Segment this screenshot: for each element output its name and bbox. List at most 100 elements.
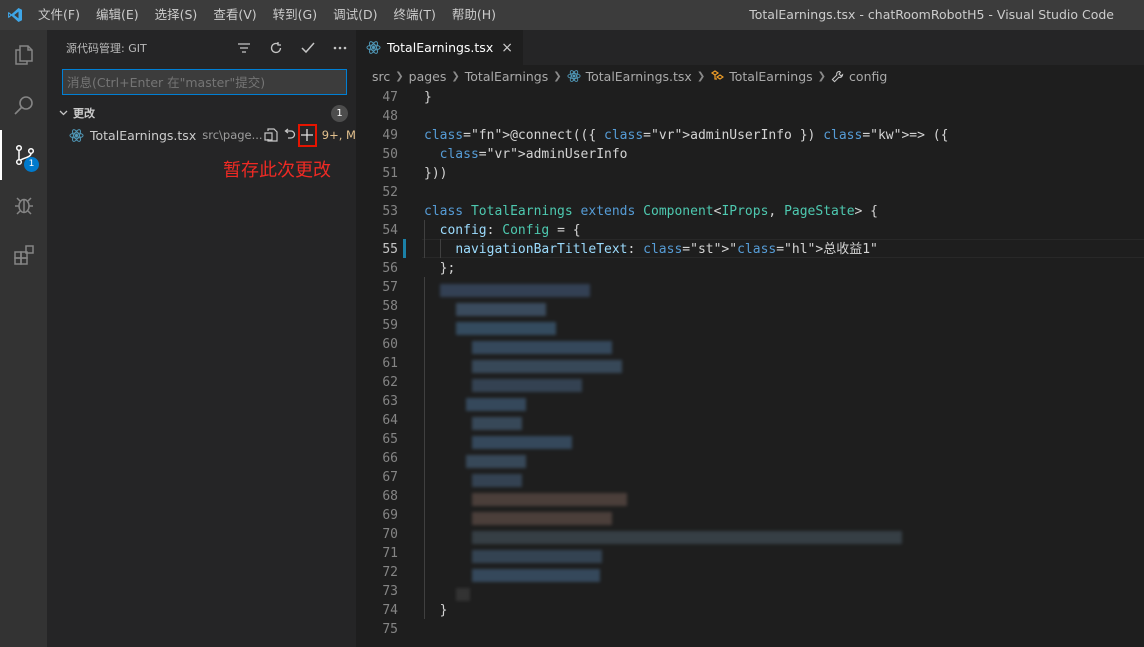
code-line[interactable]: 53 class TotalEarnings extends Component<… [356, 202, 1144, 221]
breadcrumb-label: TotalEarnings.tsx [585, 68, 692, 84]
code-line[interactable]: 56 }; [356, 259, 1144, 278]
code-line[interactable]: 54 config: Config = { [356, 221, 1144, 240]
breadcrumb-item[interactable]: src [372, 69, 390, 84]
line-number: 59 [382, 318, 398, 333]
chevron-right-icon: ❯ [395, 70, 404, 82]
files-icon [14, 45, 33, 65]
menu-terminal[interactable]: 终端(T) [385, 0, 443, 30]
commit-message-input[interactable] [62, 69, 347, 95]
line-number: 54 [382, 223, 398, 238]
breadcrumb-item-property[interactable]: config [831, 69, 887, 84]
code-text: navigationBarTitleText: class="st">"clas… [455, 242, 878, 257]
discard-changes-button[interactable] [280, 125, 298, 145]
search-icon [13, 96, 33, 115]
code-line[interactable]: 49 class="fn">@connect(({ class="vr">admi… [356, 126, 1144, 145]
annotation-label: 暂存此次更改 [223, 160, 331, 181]
line-number: 51 [382, 166, 398, 181]
refresh-button[interactable] [260, 41, 292, 55]
view-as-tree-button[interactable] [228, 42, 260, 54]
line-number: 61 [382, 356, 398, 371]
menu-file[interactable]: 文件(F) [30, 0, 88, 30]
chevron-right-icon: ❯ [451, 70, 460, 82]
line-number: 62 [382, 375, 398, 390]
line-number: 73 [382, 584, 398, 599]
line-number: 75 [382, 622, 398, 637]
chevron-right-icon: ❯ [696, 70, 706, 82]
line-number: 56 [382, 261, 398, 276]
react-file-icon [69, 127, 84, 143]
code-line[interactable]: 55 navigationBarTitleText: class="st">"c… [356, 240, 1144, 259]
changed-file-path: src\page... [202, 128, 263, 142]
checkmark-icon [301, 42, 315, 53]
wrench-icon [831, 70, 844, 82]
ellipsis-icon [333, 46, 347, 49]
changes-label: 更改 [73, 107, 95, 120]
code-line[interactable]: 48 [356, 107, 1144, 126]
line-number: 48 [382, 109, 398, 124]
line-number: 71 [382, 546, 398, 561]
line-number: 52 [382, 185, 398, 200]
class-symbol-icon [711, 70, 725, 80]
menu-debug[interactable]: 调试(D) [325, 0, 385, 30]
discard-icon [284, 128, 296, 139]
explorer-button[interactable] [0, 30, 47, 80]
menu-help[interactable]: 帮助(H) [444, 0, 504, 30]
line-number: 69 [382, 508, 398, 523]
file-status: 9+, M [321, 128, 356, 142]
line-number: 65 [382, 432, 398, 447]
debug-icon [14, 197, 33, 215]
menu-go[interactable]: 转到(G) [265, 0, 325, 30]
editor-tabs: TotalEarnings.tsx × [356, 30, 1144, 65]
extensions-button[interactable] [0, 230, 47, 280]
menu-selection[interactable]: 选择(S) [147, 0, 206, 30]
line-number: 57 [382, 280, 398, 295]
source-control-button[interactable]: 1 [0, 130, 47, 180]
plus-icon [301, 129, 314, 141]
code-line[interactable]: 52 [356, 183, 1144, 202]
more-actions-button[interactable] [324, 46, 356, 50]
commit-button[interactable] [292, 42, 324, 54]
line-number: 53 [382, 204, 398, 219]
breadcrumb-item-class[interactable]: TotalEarnings [710, 69, 813, 84]
changes-group-header[interactable]: 更改 1 [47, 102, 356, 124]
changes-count-badge: 1 [331, 104, 348, 122]
line-number: 58 [382, 299, 398, 314]
menu-view[interactable]: 查看(V) [205, 0, 264, 30]
code-text: }; [424, 261, 456, 276]
line-number: 67 [382, 470, 398, 485]
open-file-button[interactable] [263, 125, 281, 145]
refresh-icon [270, 41, 282, 53]
filter-list-icon [238, 42, 250, 53]
scm-badge: 1 [24, 157, 39, 172]
breadcrumb-item[interactable]: TotalEarnings [465, 69, 548, 84]
breadcrumb-item-file[interactable]: TotalEarnings.tsx [567, 69, 692, 84]
code-line[interactable]: 50 class="vr">adminUserInfo [356, 145, 1144, 164]
changed-file-name: TotalEarnings.tsx [90, 127, 197, 143]
tab-totalearnings[interactable]: TotalEarnings.tsx × [356, 30, 523, 65]
breadcrumb-item[interactable]: pages [409, 69, 447, 84]
menu-edit[interactable]: 编辑(E) [88, 0, 147, 30]
scm-sidebar: 源代码管理: GIT 更改 1 TotalEarnings.tsx src\pa… [47, 30, 356, 647]
chevron-down-icon [59, 108, 73, 119]
code-line[interactable]: 74 } [356, 601, 1144, 620]
code-line[interactable]: 73 [356, 582, 1144, 601]
chevron-right-icon: ❯ [817, 70, 827, 82]
debug-button[interactable] [0, 180, 47, 230]
changed-file-item[interactable]: TotalEarnings.tsx src\page... 9+, M [47, 123, 356, 147]
scm-header: 源代码管理: GIT [47, 30, 356, 65]
stage-changes-button[interactable] [297, 123, 317, 147]
code-line[interactable]: 47} [356, 88, 1144, 107]
code-line[interactable]: 51})) [356, 164, 1144, 183]
line-number: 47 [382, 90, 398, 105]
line-number: 66 [382, 451, 398, 466]
react-file-icon [366, 41, 381, 54]
extensions-icon [13, 245, 34, 265]
code-text: } [424, 90, 432, 105]
search-button[interactable] [0, 80, 47, 130]
code-text: class="fn">@connect(({ class="vr">adminU… [424, 128, 949, 143]
line-number: 55 [382, 242, 398, 257]
code-editor[interactable]: 47} 48 49 class="fn">@connect(({ class="vr"… [356, 87, 1144, 647]
window-title: TotalEarnings.tsx - chatRoomRobotH5 - Vi… [749, 7, 1114, 22]
close-icon[interactable]: × [501, 40, 513, 56]
code-line[interactable]: 75 [356, 620, 1144, 639]
